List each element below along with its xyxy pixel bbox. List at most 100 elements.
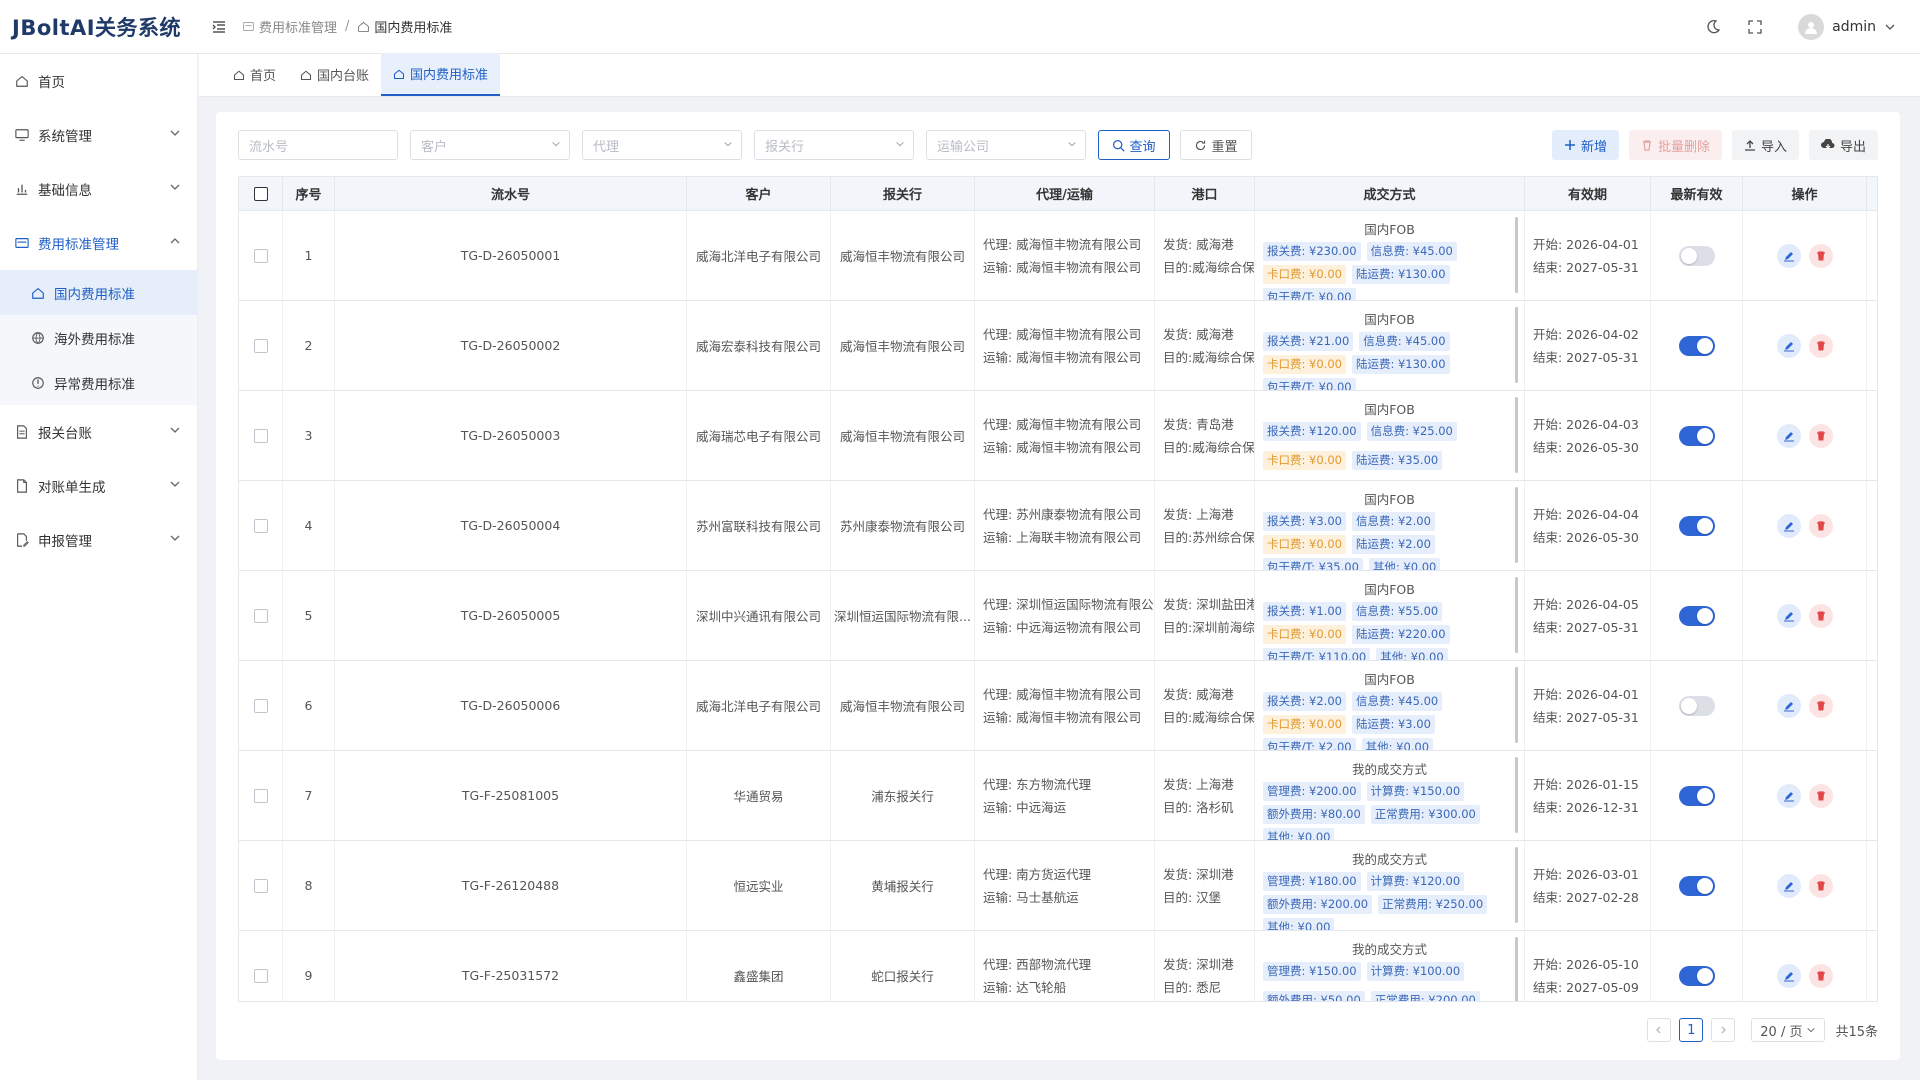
delete-icon[interactable] <box>1808 693 1833 718</box>
row-index: 2 <box>283 301 335 390</box>
scrollbar[interactable] <box>1515 937 1518 1001</box>
delete-icon[interactable] <box>1808 243 1833 268</box>
edit-icon[interactable] <box>1776 333 1801 358</box>
validity-cell: 开始: 2026-04-01 结束: 2027-05-31 <box>1525 211 1651 300</box>
delete-icon[interactable] <box>1808 423 1833 448</box>
row-checkbox[interactable] <box>239 751 283 840</box>
active-toggle[interactable] <box>1678 785 1715 806</box>
tab-home[interactable]: 首页 <box>221 53 288 96</box>
sidebar-item-domestic-fee[interactable]: 国内费用标准 <box>0 270 197 315</box>
row-checkbox[interactable] <box>239 661 283 750</box>
sidebar-item-system[interactable]: 系统管理 <box>0 108 197 162</box>
edit-icon[interactable] <box>1776 423 1801 448</box>
pagination: 1 20 / 页 共15条 <box>1639 1018 1878 1042</box>
broker-select[interactable]: 报关行 <box>754 130 914 160</box>
col-header: 成交方式 <box>1255 177 1525 210</box>
scrollbar[interactable] <box>1515 667 1518 743</box>
table-row: 2 TG-D-26050002 威海宏泰科技有限公司 威海恒丰物流有限公司 代理: 威海… <box>239 301 1877 391</box>
port-cell: 发货: 青岛港目的:威海综合保税 <box>1155 391 1255 480</box>
customer-select[interactable]: 客户 <box>410 130 570 160</box>
export-button[interactable]: 导出 <box>1808 130 1878 160</box>
sidebar-item-statement[interactable]: 对账单生成 <box>0 459 197 513</box>
table-row: 8 TG-F-26120488 恒远实业 黄埔报关行 代理: 南方货运代理 运输: 马士基… <box>239 841 1877 931</box>
transport-select[interactable]: 运输公司 <box>926 130 1086 160</box>
query-button[interactable]: 查询 <box>1098 130 1170 160</box>
delete-icon[interactable] <box>1808 873 1833 898</box>
tab-domestic-ledger[interactable]: 国内台账 <box>288 53 381 96</box>
delete-icon[interactable] <box>1808 963 1833 988</box>
validity-cell: 开始: 2026-04-03 结束: 2026-05-30 <box>1525 391 1651 480</box>
active-toggle[interactable] <box>1678 245 1715 266</box>
row-index: 3 <box>283 391 335 480</box>
row-checkbox[interactable] <box>239 391 283 480</box>
edit-icon[interactable] <box>1776 513 1801 538</box>
server-icon <box>243 22 254 31</box>
fee-tag: 报关费: ¥3.00 <box>1263 512 1346 531</box>
import-button[interactable]: 导入 <box>1731 130 1799 160</box>
scrollbar[interactable] <box>1515 307 1518 383</box>
sidebar-item-basic-info[interactable]: 基础信息 <box>0 162 197 216</box>
active-toggle-cell <box>1651 931 1743 1001</box>
agent-select[interactable]: 代理 <box>582 130 742 160</box>
fullscreen-icon[interactable] <box>1744 16 1766 38</box>
prev-page-button[interactable] <box>1647 1018 1672 1042</box>
agent-transport-cell: 代理: 苏州康泰物流有限公司 运输: 上海联丰物流有限公司 <box>975 481 1155 570</box>
active-toggle[interactable] <box>1678 515 1715 536</box>
breadcrumb-item[interactable]: 费用标准管理 <box>259 17 337 36</box>
home-icon <box>394 69 405 79</box>
doc-icon <box>14 478 30 494</box>
add-button[interactable]: 新增 <box>1551 130 1619 160</box>
edit-icon[interactable] <box>1776 873 1801 898</box>
scrollbar[interactable] <box>1515 397 1518 473</box>
active-toggle[interactable] <box>1678 605 1715 626</box>
active-toggle[interactable] <box>1678 965 1715 986</box>
batch-delete-button[interactable]: 批量删除 <box>1628 130 1722 160</box>
edit-icon[interactable] <box>1776 243 1801 268</box>
page-size-select[interactable]: 20 / 页 <box>1751 1018 1826 1042</box>
user-menu[interactable]: admin <box>1798 14 1896 40</box>
dark-mode-icon[interactable] <box>1702 16 1724 38</box>
sidebar-item-fee-standard[interactable]: 费用标准管理 <box>0 216 197 270</box>
sidebar-item-home[interactable]: 首页 <box>0 54 197 108</box>
sidebar-fold-icon[interactable] <box>208 16 230 38</box>
scrollbar[interactable] <box>1515 577 1518 653</box>
deal-cell: 国内FOB 报关费: ¥230.00 信息费: ¥45.00 卡口费: ¥0.00 陆运… <box>1255 211 1525 300</box>
agent-transport-cell: 代理: 东方物流代理 运输: 中远海运 <box>975 751 1155 840</box>
reset-button[interactable]: 重置 <box>1180 130 1252 160</box>
sidebar-item-customs-ledger[interactable]: 报关台账 <box>0 405 197 459</box>
scrollbar[interactable] <box>1515 847 1518 923</box>
select-all-checkbox[interactable] <box>239 177 283 210</box>
active-toggle[interactable] <box>1678 335 1715 356</box>
delete-icon[interactable] <box>1808 333 1833 358</box>
active-toggle[interactable] <box>1678 875 1715 896</box>
scrollbar[interactable] <box>1515 217 1518 293</box>
row-checkbox[interactable] <box>239 841 283 930</box>
sidebar-item-abnormal-fee[interactable]: 异常费用标准 <box>0 360 197 405</box>
sidebar-item-overseas-fee[interactable]: 海外费用标准 <box>0 315 197 360</box>
serial-input[interactable]: 流水号 <box>238 130 398 160</box>
scrollbar[interactable] <box>1515 757 1518 833</box>
active-toggle[interactable] <box>1678 695 1715 716</box>
delete-icon[interactable] <box>1808 783 1833 808</box>
row-checkbox[interactable] <box>239 931 283 1001</box>
edit-icon[interactable] <box>1776 783 1801 808</box>
row-checkbox[interactable] <box>239 481 283 570</box>
tab-domestic-fee[interactable]: 国内费用标准 <box>381 53 501 96</box>
row-checkbox[interactable] <box>239 571 283 660</box>
plus-icon <box>1564 140 1575 150</box>
delete-icon[interactable] <box>1808 513 1833 538</box>
active-toggle[interactable] <box>1678 425 1715 446</box>
next-page-button[interactable] <box>1711 1018 1736 1042</box>
chevron-down-icon <box>169 424 181 440</box>
edit-icon[interactable] <box>1776 693 1801 718</box>
edit-icon[interactable] <box>1776 963 1801 988</box>
row-checkbox[interactable] <box>239 301 283 390</box>
deal-cell: 我的成交方式 管理费: ¥200.00 计算费: ¥150.00 额外费用: ¥80.… <box>1255 751 1525 840</box>
edit-icon[interactable] <box>1776 603 1801 628</box>
sidebar-item-declaration[interactable]: 申报管理 <box>0 513 197 567</box>
page-number[interactable]: 1 <box>1679 1018 1704 1042</box>
delete-icon[interactable] <box>1808 603 1833 628</box>
row-checkbox[interactable] <box>239 211 283 300</box>
serial-cell: TG-D-26050004 <box>335 481 687 570</box>
scrollbar[interactable] <box>1515 487 1518 563</box>
